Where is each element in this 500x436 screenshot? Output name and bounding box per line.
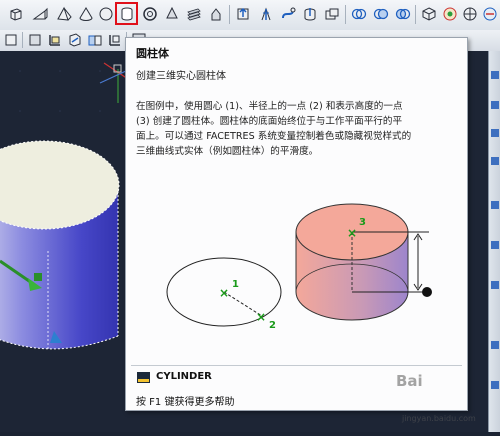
orbit-icon[interactable] xyxy=(440,4,460,24)
tooltip-help-hint: 按 F1 键获得更多帮助 xyxy=(136,397,235,408)
svg-text:×: × xyxy=(256,310,266,324)
watermark-url: jingyan.baidu.com xyxy=(402,414,476,423)
presspull-icon[interactable] xyxy=(300,4,320,24)
walk-icon[interactable] xyxy=(460,4,480,24)
tooltip-command-name: CYLINDER xyxy=(156,371,212,382)
cone-icon[interactable] xyxy=(76,4,96,24)
origin-icon[interactable] xyxy=(106,31,124,49)
object-ucs-icon[interactable] xyxy=(66,31,84,49)
face-ucs-icon[interactable] xyxy=(46,31,64,49)
tooltip-subtitle: 创建三维实心圆柱体 xyxy=(136,71,226,82)
torus-icon[interactable] xyxy=(140,4,160,24)
point-label-1: 1 xyxy=(232,279,239,290)
camera-icon[interactable] xyxy=(419,4,439,24)
point-label-2: 2 xyxy=(269,320,276,331)
svg-text:×: × xyxy=(347,226,357,240)
polysolid-icon[interactable] xyxy=(184,4,204,24)
command-line-icon xyxy=(137,372,150,383)
fly-icon[interactable] xyxy=(480,4,500,24)
cylinder-icon[interactable] xyxy=(117,4,137,24)
view-ucs-icon[interactable] xyxy=(86,31,104,49)
sweep-icon[interactable] xyxy=(278,4,298,24)
planar-surface-icon[interactable] xyxy=(162,4,182,24)
visual-style-icon[interactable] xyxy=(393,4,413,24)
tooltip-title: 圆柱体 xyxy=(136,47,169,60)
point-label-3: 3 xyxy=(359,217,366,228)
svg-text:×: × xyxy=(219,286,229,300)
pyramid-icon[interactable] xyxy=(54,4,74,24)
tooltip-description: 在图例中，使用圆心 (1)、半径上的一点 (2) 和表示高度的一点 (3) 创建… xyxy=(136,101,412,157)
wedge-icon[interactable] xyxy=(30,4,50,24)
ucs-icon[interactable] xyxy=(2,31,20,49)
watermark-logo: Bai xyxy=(396,372,423,390)
ucs-previous-icon[interactable] xyxy=(26,31,44,49)
union-icon[interactable] xyxy=(322,4,342,24)
cylinder-illustration: × × 1 2 × 3 xyxy=(166,203,432,331)
box-icon[interactable] xyxy=(6,4,26,24)
sphere-icon[interactable] xyxy=(96,4,116,24)
revolve-icon[interactable] xyxy=(256,4,276,24)
intersect-icon[interactable] xyxy=(371,4,391,24)
right-toolbar xyxy=(488,51,500,432)
tooltip-divider xyxy=(131,365,462,366)
modeling-toolbar xyxy=(0,0,500,31)
loft-icon[interactable] xyxy=(233,4,253,24)
extrude-icon[interactable] xyxy=(206,4,226,24)
command-tooltip: 圆柱体 创建三维实心圆柱体 在图例中，使用圆心 (1)、半径上的一点 (2) 和… xyxy=(125,37,468,411)
subtract-icon[interactable] xyxy=(349,4,369,24)
